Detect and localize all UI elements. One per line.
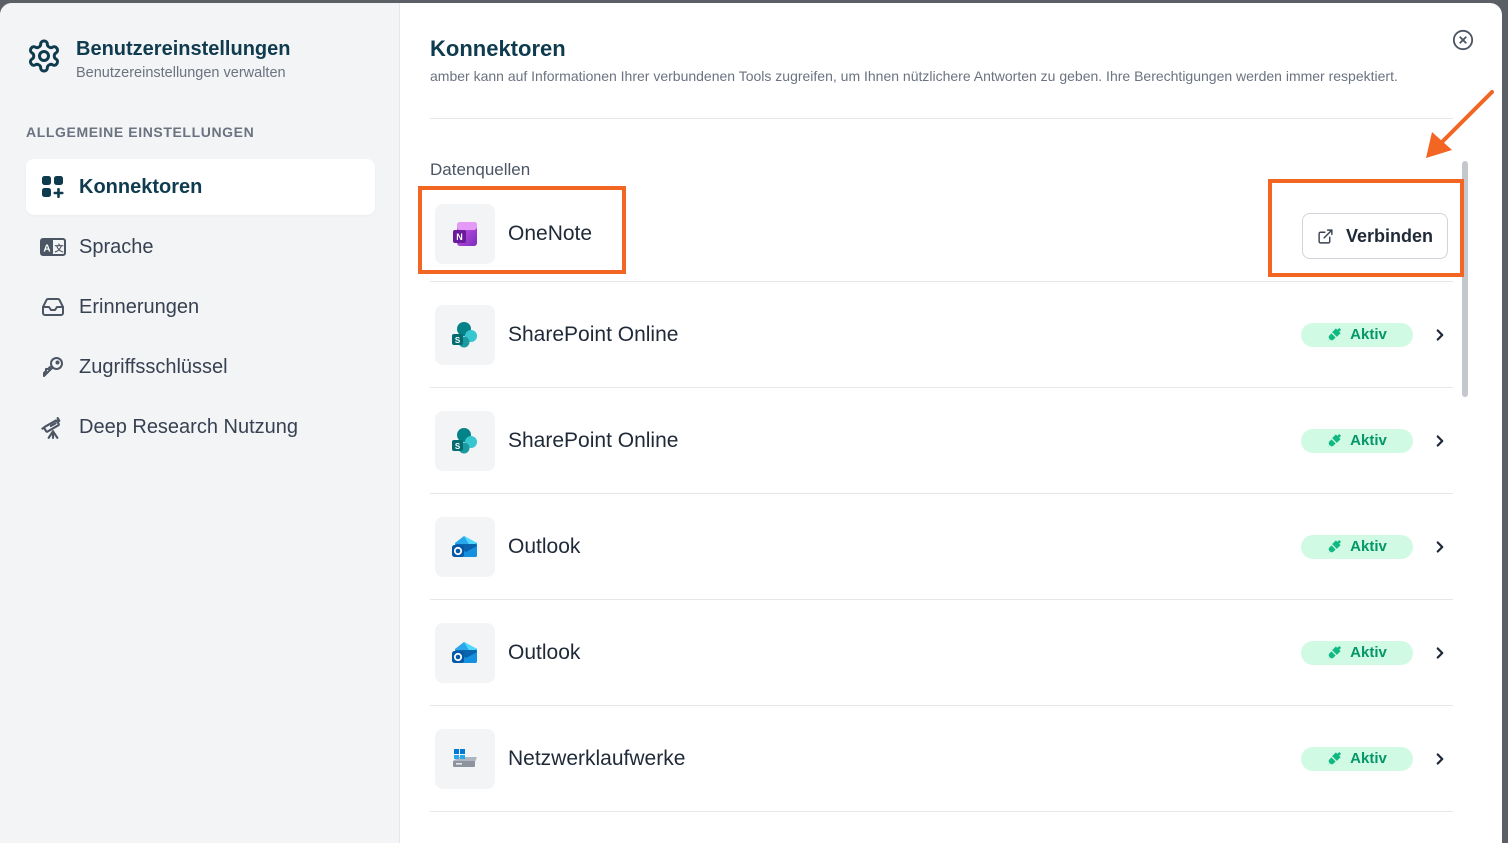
inbox-icon [40, 294, 66, 320]
status-label: Aktiv [1350, 432, 1387, 449]
page-title: Konnektoren [430, 36, 566, 61]
data-source-list: N OneNote Verbinden S SharePoint Online … [430, 187, 1453, 812]
plug-icon [1328, 751, 1342, 766]
sidebar-item-zugriffsschluessel[interactable]: Zugriffsschlüssel [26, 339, 375, 395]
sharepoint-icon: S [435, 304, 495, 365]
data-source-name: SharePoint Online [508, 322, 679, 346]
header-divider [430, 118, 1453, 119]
chevron-right-icon[interactable] [1431, 432, 1449, 450]
status-badge: Aktiv [1301, 322, 1413, 347]
section-label-datenquellen: Datenquellen [430, 160, 531, 179]
status-label: Aktiv [1350, 326, 1387, 343]
status-label: Aktiv [1350, 644, 1387, 661]
data-source-name: SharePoint Online [508, 428, 679, 452]
chevron-right-icon[interactable] [1431, 538, 1449, 556]
highlight-box-onenote [418, 186, 626, 274]
connectors-panel: Konnektoren amber kann auf Informationen… [400, 3, 1502, 843]
sidebar-item-label: Zugriffsschlüssel [79, 355, 228, 378]
data-source-row-sharepoint[interactable]: S SharePoint Online Aktiv [430, 388, 1453, 494]
sidebar-section-heading: ALLGEMEINE EINSTELLUNGEN [26, 124, 255, 140]
svg-text:S: S [455, 442, 461, 451]
language-icon: A 文 [40, 234, 66, 260]
outlook-icon [435, 622, 495, 683]
data-source-name: Outlook [508, 640, 581, 664]
plug-icon [1328, 327, 1342, 342]
plug-icon [1328, 645, 1342, 660]
sidebar-item-label: Sprache [79, 235, 154, 258]
sidebar-item-deep-research[interactable]: Deep Research Nutzung [26, 399, 375, 455]
svg-text:S: S [455, 336, 461, 345]
sidebar-item-erinnerungen[interactable]: Erinnerungen [26, 279, 375, 335]
data-source-row-outlook[interactable]: Outlook Aktiv [430, 600, 1453, 706]
key-icon [40, 354, 66, 380]
sidebar-nav: Konnektoren A 文 Sprache Erinnerungen Zug… [26, 159, 375, 459]
gear-icon [29, 39, 59, 73]
network-drive-icon [435, 728, 495, 789]
sidebar-item-konnektoren[interactable]: Konnektoren [26, 159, 375, 215]
connectors-grid-icon [40, 174, 66, 200]
chevron-right-icon[interactable] [1431, 750, 1449, 768]
status-badge: Aktiv [1301, 640, 1413, 665]
data-source-row-sharepoint[interactable]: S SharePoint Online Aktiv [430, 282, 1453, 388]
plug-icon [1328, 539, 1342, 554]
chevron-right-icon[interactable] [1431, 326, 1449, 344]
settings-sidebar: Benutzereinstellungen Benutzereinstellun… [0, 3, 400, 843]
sidebar-header: Benutzereinstellungen Benutzereinstellun… [26, 36, 290, 81]
sidebar-subtitle: Benutzereinstellungen verwalten [76, 65, 286, 81]
sharepoint-icon: S [435, 410, 495, 471]
settings-modal: Benutzereinstellungen Benutzereinstellun… [0, 3, 1502, 843]
data-source-row-outlook[interactable]: Outlook Aktiv [430, 494, 1453, 600]
close-icon[interactable] [1452, 29, 1474, 51]
svg-text:A: A [43, 244, 50, 255]
page-description: amber kann auf Informationen Ihrer verbu… [430, 68, 1398, 84]
data-source-name: Outlook [508, 534, 581, 558]
plug-icon [1328, 433, 1342, 448]
sidebar-item-label: Konnektoren [79, 175, 203, 198]
sidebar-item-label: Deep Research Nutzung [79, 415, 299, 438]
highlight-box-connect [1268, 179, 1464, 277]
data-source-name: Netzwerklaufwerke [508, 746, 686, 770]
status-label: Aktiv [1350, 538, 1387, 555]
chevron-right-icon[interactable] [1431, 644, 1449, 662]
outlook-icon [435, 516, 495, 577]
data-source-row-netzwerklaufwerke[interactable]: Netzwerklaufwerke Aktiv [430, 706, 1453, 812]
status-badge: Aktiv [1301, 428, 1413, 453]
sidebar-title: Benutzereinstellungen [76, 38, 291, 60]
sidebar-item-sprache[interactable]: A 文 Sprache [26, 219, 375, 275]
status-label: Aktiv [1350, 750, 1387, 767]
status-badge: Aktiv [1301, 534, 1413, 559]
annotation-arrow-icon [1426, 90, 1494, 158]
svg-text:文: 文 [53, 243, 64, 254]
status-badge: Aktiv [1301, 746, 1413, 771]
sidebar-item-label: Erinnerungen [79, 295, 200, 318]
telescope-icon [40, 414, 66, 440]
